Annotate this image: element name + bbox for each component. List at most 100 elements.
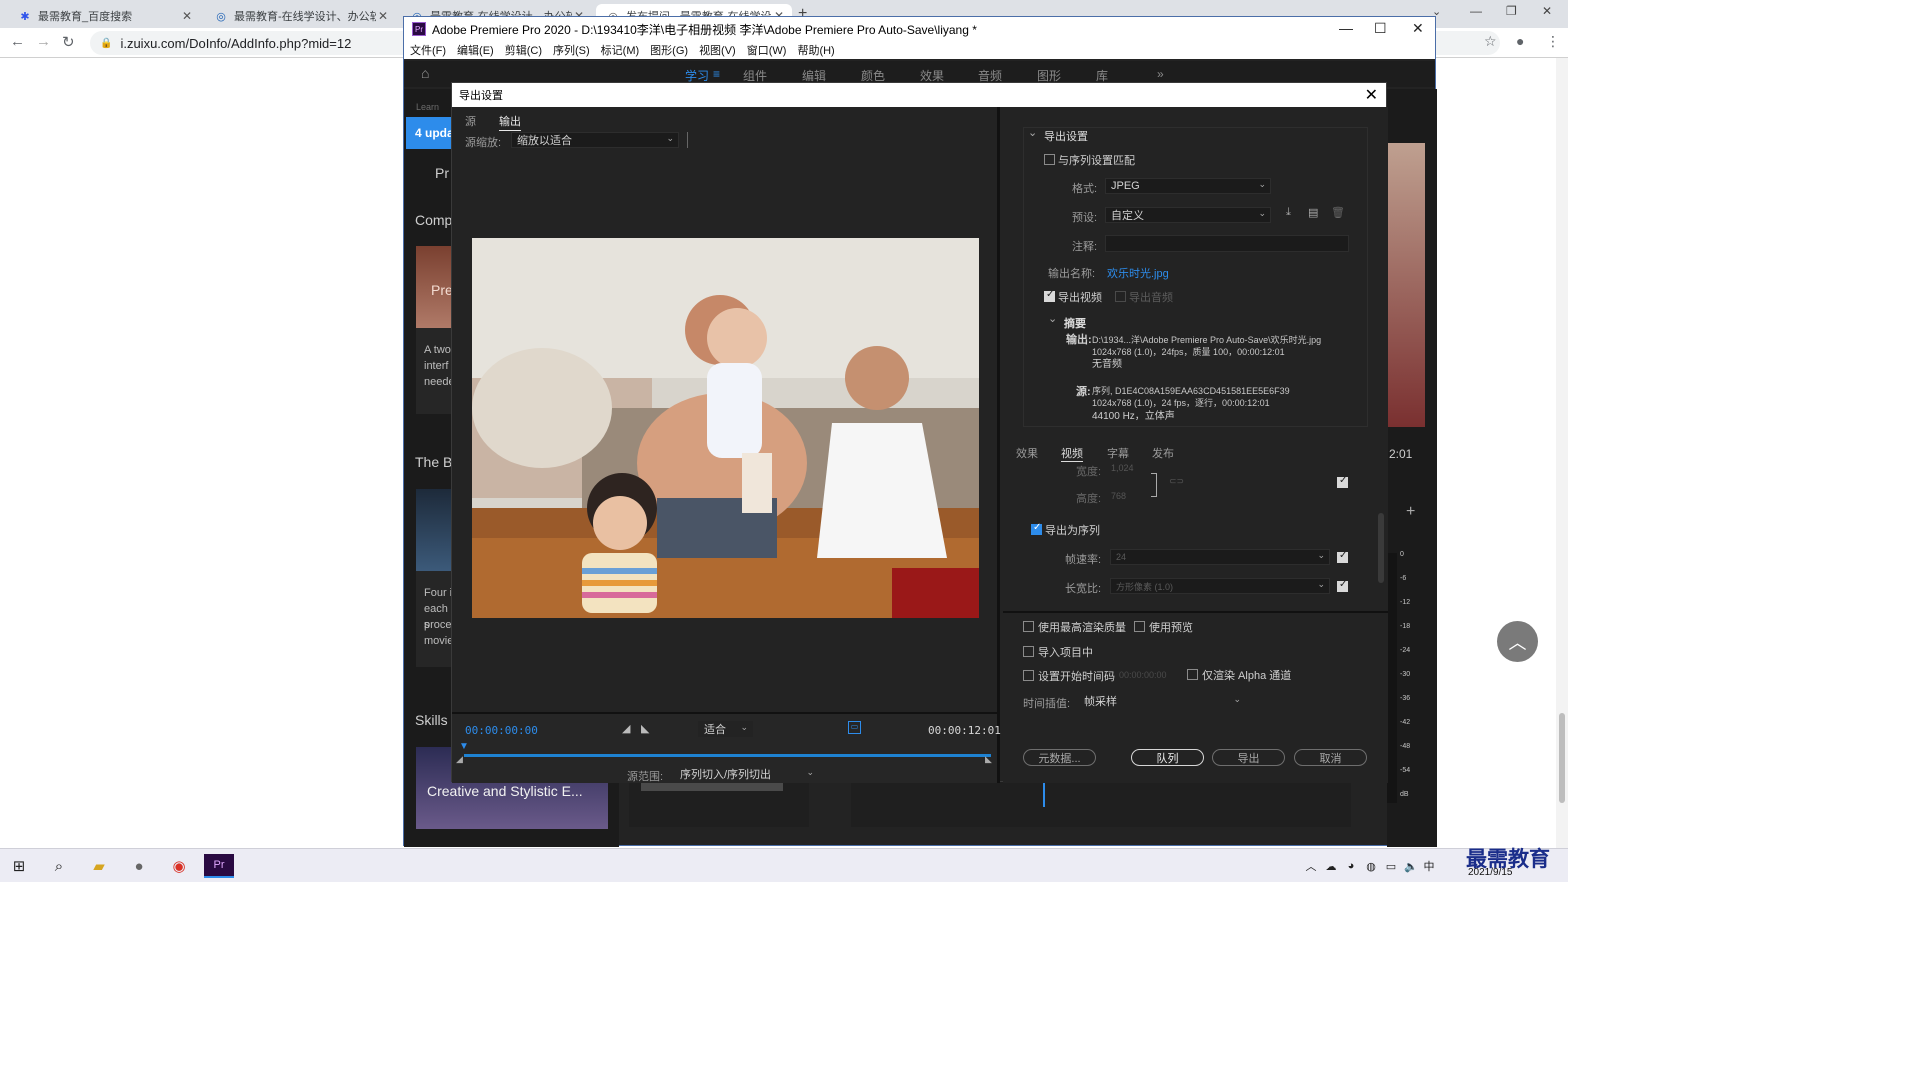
home-icon[interactable]: ⌂ bbox=[421, 65, 429, 81]
page-scrollbar[interactable] bbox=[1556, 58, 1568, 848]
taskbar-date[interactable]: 2021/9/15 bbox=[1468, 867, 1513, 878]
export-button[interactable]: 导出 bbox=[1212, 749, 1285, 766]
playhead-icon[interactable]: ▼ bbox=[459, 741, 469, 752]
ime-indicator[interactable]: 中 bbox=[1414, 854, 1444, 878]
tab-video[interactable]: 视频 bbox=[1061, 445, 1083, 462]
tab-source[interactable]: 源 bbox=[465, 113, 476, 129]
forward-arrow-icon[interactable]: → bbox=[36, 33, 51, 50]
start-timecode-value[interactable]: 00:00:00:00 bbox=[1119, 670, 1167, 680]
menu-edit[interactable]: 编辑(E) bbox=[457, 42, 494, 58]
back-arrow-icon[interactable]: ← bbox=[10, 33, 25, 50]
queue-button[interactable]: 队列 bbox=[1131, 749, 1204, 766]
close-tab-icon[interactable]: ✕ bbox=[376, 9, 390, 23]
menu-sequence[interactable]: 序列(S) bbox=[553, 42, 590, 58]
cancel-button[interactable]: 取消 bbox=[1294, 749, 1367, 766]
import-into-project-checkbox[interactable] bbox=[1023, 646, 1034, 657]
menu-view[interactable]: 视图(V) bbox=[699, 42, 736, 58]
minimize-icon[interactable]: — bbox=[1470, 4, 1482, 18]
windows-start-icon[interactable]: ⊞ bbox=[4, 854, 34, 878]
preset-dropdown[interactable]: 自定义 ⌄ bbox=[1105, 207, 1271, 223]
app-circle-icon[interactable]: ● bbox=[124, 854, 154, 878]
source-scaling-dropdown[interactable]: 缩放以适合 ⌄ bbox=[511, 132, 679, 148]
scroll-to-top-button[interactable]: ︿ bbox=[1497, 621, 1538, 662]
browser-tab-zuixu-1[interactable]: ◎ 最需教育-在线学设计、办公软件 ✕ bbox=[204, 4, 396, 28]
chevron-down-icon[interactable]: ⌄ bbox=[1048, 312, 1057, 325]
browser-tab-baidu[interactable]: ✱ 最需教育_百度搜索 ✕ bbox=[8, 4, 200, 28]
tutorial-thumbnail[interactable]: Pre bbox=[416, 246, 456, 328]
tab-output[interactable]: 输出 bbox=[499, 113, 521, 131]
playhead-line bbox=[1043, 781, 1045, 807]
profile-avatar-icon[interactable]: ● bbox=[1516, 33, 1524, 49]
scrollbar-thumb[interactable] bbox=[1559, 713, 1565, 803]
mark-out-icon[interactable]: ◣ bbox=[641, 722, 649, 735]
file-explorer-icon[interactable]: ▰ bbox=[84, 854, 114, 878]
fit-dropdown[interactable]: 适合 ⌄ bbox=[698, 721, 753, 737]
tab-captions[interactable]: 字幕 bbox=[1107, 445, 1129, 461]
framerate-dropdown[interactable]: 24 ⌄ bbox=[1110, 549, 1330, 565]
set-start-timecode-checkbox[interactable] bbox=[1023, 670, 1034, 681]
tutorial-thumbnail[interactable] bbox=[416, 489, 456, 571]
current-timecode[interactable]: 00:00:00:00 bbox=[465, 724, 538, 737]
use-previews-checkbox[interactable] bbox=[1134, 621, 1145, 632]
close-tab-icon[interactable]: ✕ bbox=[180, 9, 194, 23]
save-preset-icon[interactable]: ⤓ bbox=[1286, 206, 1291, 219]
out-point-handle-icon[interactable]: ◣ bbox=[985, 754, 992, 765]
export-video-checkbox[interactable] bbox=[1044, 289, 1055, 302]
output-name-link[interactable]: 欢乐时光.jpg bbox=[1107, 265, 1169, 281]
menu-file[interactable]: 文件(F) bbox=[410, 42, 446, 58]
chrome-icon[interactable]: ◉ bbox=[164, 854, 194, 878]
close-window-icon[interactable]: ✕ bbox=[1412, 20, 1424, 37]
close-icon[interactable]: ✕ bbox=[1365, 85, 1378, 105]
metadata-button[interactable]: 元数据... bbox=[1023, 749, 1096, 766]
more-workspaces-icon[interactable]: » bbox=[1157, 67, 1164, 81]
video-settings-panel: 宽度: 1,024 高度: 768 ⊂⊃ 导出为序列 帧速率: 24 ⌄ 长宽比… bbox=[1003, 463, 1388, 613]
time-interp-dropdown[interactable]: 帧采样 ⌄ bbox=[1078, 693, 1246, 709]
tab-publish[interactable]: 发布 bbox=[1152, 445, 1174, 461]
comments-input[interactable] bbox=[1105, 235, 1349, 252]
maximize-icon[interactable]: ☐ bbox=[1374, 20, 1387, 37]
work-area-bar[interactable] bbox=[464, 754, 991, 757]
delete-preset-icon[interactable]: 🗑 bbox=[1331, 206, 1345, 219]
minimize-icon[interactable]: — bbox=[1339, 20, 1353, 36]
source-range-dropdown[interactable]: 序列切入/序列切出 ⌄ bbox=[674, 766, 819, 782]
menu-markers[interactable]: 标记(M) bbox=[601, 42, 640, 58]
height-value[interactable]: 768 bbox=[1111, 491, 1126, 501]
export-audio-checkbox[interactable] bbox=[1115, 291, 1126, 302]
aspect-dropdown[interactable]: 方形像素 (1.0) ⌄ bbox=[1110, 578, 1330, 594]
tutorial-card-body[interactable]: Four i each s proce movie bbox=[416, 571, 456, 667]
chevron-down-icon[interactable]: ⌄ bbox=[1028, 126, 1037, 139]
tutorial-card-body[interactable]: A two interf neede bbox=[416, 328, 456, 414]
menu-help[interactable]: 帮助(H) bbox=[797, 42, 834, 58]
fit-value: 适合 bbox=[704, 724, 726, 736]
menu-window[interactable]: 窗口(W) bbox=[747, 42, 787, 58]
aspect-override-checkbox[interactable] bbox=[1337, 579, 1348, 592]
framerate-override-checkbox[interactable] bbox=[1337, 550, 1348, 563]
max-render-quality-checkbox[interactable] bbox=[1023, 621, 1034, 632]
width-override-checkbox[interactable] bbox=[1337, 475, 1348, 488]
close-window-icon[interactable]: ✕ bbox=[1542, 4, 1552, 18]
menu-graphics[interactable]: 图形(G) bbox=[650, 42, 688, 58]
chevron-down-icon: ⌄ bbox=[740, 722, 748, 732]
match-sequence-checkbox[interactable] bbox=[1044, 154, 1055, 165]
in-point-handle-icon[interactable]: ◢ bbox=[456, 754, 463, 765]
meter-tick: -42 bbox=[1400, 719, 1411, 726]
render-alpha-only-checkbox[interactable] bbox=[1187, 669, 1198, 680]
premiere-taskbar-icon[interactable]: Pr bbox=[204, 854, 234, 878]
menu-clip[interactable]: 剪辑(C) bbox=[505, 42, 542, 58]
reload-icon[interactable]: ↻ bbox=[62, 33, 75, 51]
aspect-correction-icon[interactable]: ▭ bbox=[848, 721, 861, 734]
add-icon[interactable]: + bbox=[1406, 503, 1415, 521]
format-dropdown[interactable]: JPEG ⌄ bbox=[1105, 178, 1271, 194]
export-as-sequence-checkbox[interactable] bbox=[1031, 522, 1042, 535]
width-value[interactable]: 1,024 bbox=[1111, 463, 1134, 473]
settings-scrollbar[interactable] bbox=[1378, 513, 1384, 583]
workspace-menu-icon[interactable]: ≡ bbox=[713, 67, 720, 81]
search-icon[interactable]: ⌕ bbox=[44, 854, 74, 878]
mark-in-icon[interactable]: ◢ bbox=[622, 722, 630, 735]
tab-effects[interactable]: 效果 bbox=[1016, 445, 1038, 461]
chain-link-icon[interactable]: ⊂⊃ bbox=[1169, 476, 1184, 487]
restore-icon[interactable]: ❐ bbox=[1506, 4, 1517, 18]
import-preset-icon[interactable]: ▤ bbox=[1308, 206, 1318, 219]
browser-menu-icon[interactable]: ⋮ bbox=[1546, 33, 1560, 50]
bookmark-star-icon[interactable]: ☆ bbox=[1484, 33, 1497, 50]
